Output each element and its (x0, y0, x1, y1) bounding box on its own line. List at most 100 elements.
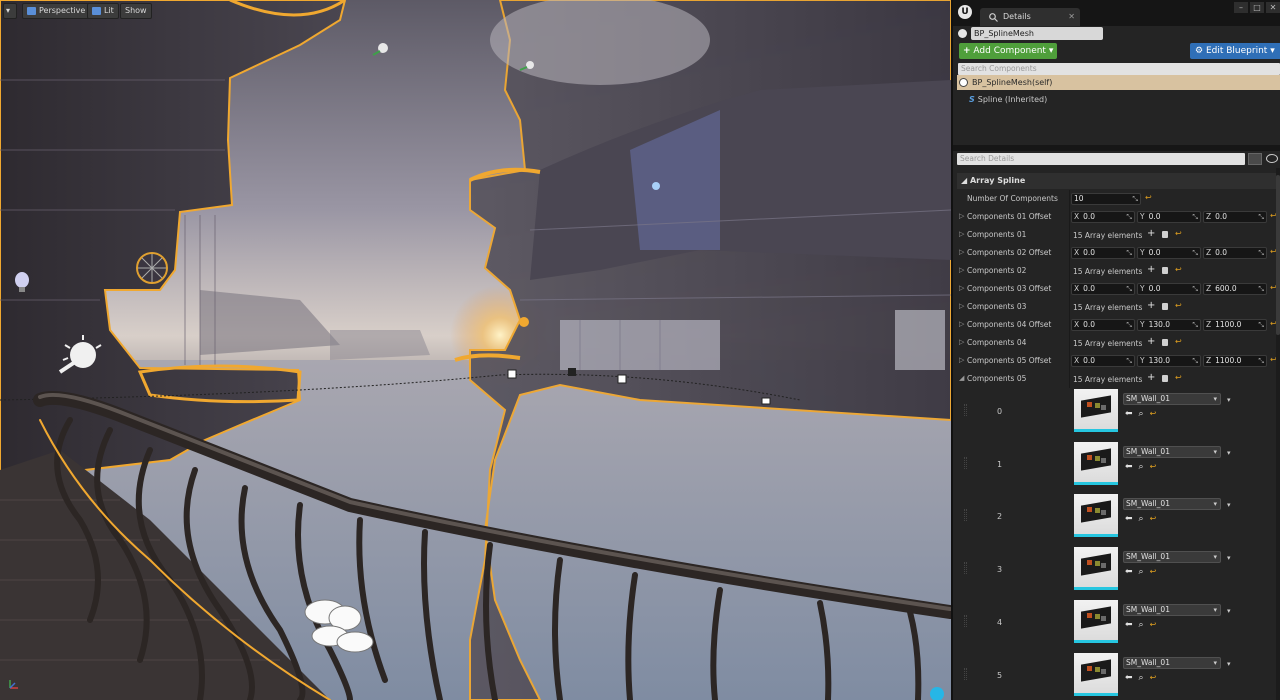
expand-arrow-icon[interactable]: ▷ (959, 284, 964, 292)
reset-arrow-icon[interactable]: ↩ (1175, 373, 1182, 382)
scene-render[interactable] (0, 0, 951, 700)
expand-arrow-icon[interactable]: ▷ (959, 266, 964, 274)
mesh-thumbnail[interactable] (1074, 599, 1118, 643)
reset-arrow-icon[interactable]: ↩ (1145, 193, 1152, 202)
reset-arrow-icon[interactable]: ↩ (1150, 409, 1157, 419)
close-icon[interactable]: ✕ (1266, 2, 1280, 13)
add-component-button[interactable]: + Add Component ▾ (959, 43, 1057, 59)
reset-arrow-icon[interactable]: ↩ (1150, 567, 1157, 577)
use-selected-arrow-icon[interactable]: ⬅ (1125, 673, 1133, 683)
trash-icon[interactable] (1162, 267, 1168, 274)
mesh-asset-picker[interactable]: SM_Wall_01 ▾ (1123, 656, 1221, 669)
use-selected-arrow-icon[interactable]: ⬅ (1125, 462, 1133, 472)
mesh-asset-picker[interactable]: SM_Wall_01 ▾ (1123, 445, 1221, 458)
reset-arrow-icon[interactable]: ↩ (1150, 673, 1157, 683)
lit-button[interactable]: Lit (87, 3, 119, 19)
trash-icon[interactable] (1162, 303, 1168, 310)
trash-icon[interactable] (1162, 339, 1168, 346)
offset-z-field[interactable]: Z 600.0 ⤡ (1203, 283, 1267, 295)
browse-search-icon[interactable]: ⌕ (1139, 620, 1144, 630)
expand-arrow-icon[interactable]: ▷ (959, 212, 964, 220)
reset-arrow-icon[interactable]: ↩ (1175, 229, 1182, 238)
element-options-icon[interactable]: ▾ (1227, 501, 1231, 509)
show-button[interactable]: Show (120, 3, 152, 19)
offset-y-field[interactable]: Y 130.0 ⤡ (1137, 319, 1201, 331)
drag-handle-icon[interactable] (964, 509, 967, 522)
mesh-thumbnail[interactable] (1074, 389, 1118, 432)
panel-divider[interactable] (953, 145, 1280, 151)
search-components-input[interactable]: Search Components (958, 63, 1280, 75)
mesh-asset-picker[interactable]: SM_Wall_01 ▾ (1123, 498, 1221, 511)
offset-z-field[interactable]: Z 0.0 ⤡ (1203, 247, 1267, 259)
perspective-button[interactable]: Perspective (22, 3, 91, 19)
drag-handle-icon[interactable] (964, 456, 967, 469)
element-options-icon[interactable]: ▾ (1227, 607, 1231, 615)
element-options-icon[interactable]: ▾ (1227, 554, 1231, 562)
element-options-icon[interactable]: ▾ (1227, 660, 1231, 668)
drag-handle-icon[interactable] (964, 614, 967, 627)
offset-x-field[interactable]: X 0.0 ⤡ (1071, 319, 1135, 331)
add-element-icon[interactable]: + (1147, 264, 1155, 275)
use-selected-arrow-icon[interactable]: ⬅ (1125, 567, 1133, 577)
use-selected-arrow-icon[interactable]: ⬅ (1125, 620, 1133, 630)
viewport-options-button[interactable]: ▾ (3, 3, 17, 19)
mesh-thumbnail[interactable] (1074, 547, 1118, 591)
browse-search-icon[interactable]: ⌕ (1139, 673, 1144, 683)
use-selected-arrow-icon[interactable]: ⬅ (1125, 514, 1133, 524)
expand-arrow-icon[interactable]: ◢ (959, 374, 964, 382)
offset-y-field[interactable]: Y 0.0 ⤡ (1137, 211, 1201, 223)
expand-arrow-icon[interactable]: ▷ (959, 302, 964, 310)
minimize-icon[interactable]: – (1234, 2, 1248, 13)
browse-search-icon[interactable]: ⌕ (1139, 514, 1144, 524)
tab-details[interactable]: Details ✕ (980, 8, 1080, 26)
reset-arrow-icon[interactable]: ↩ (1175, 337, 1182, 346)
reset-arrow-icon[interactable]: ↩ (1175, 265, 1182, 274)
trash-icon[interactable] (1162, 231, 1168, 238)
component-spline-row[interactable]: S Spline (Inherited) (969, 94, 1047, 106)
maximize-icon[interactable]: □ (1250, 2, 1264, 13)
offset-y-field[interactable]: Y 0.0 ⤡ (1137, 247, 1201, 259)
mesh-thumbnail[interactable] (1074, 441, 1118, 485)
object-name-field[interactable]: BP_SplineMesh (971, 27, 1103, 40)
trash-icon[interactable] (1162, 375, 1168, 382)
expand-arrow-icon[interactable]: ▷ (959, 248, 964, 256)
add-element-icon[interactable]: + (1147, 336, 1155, 347)
add-element-icon[interactable]: + (1147, 300, 1155, 311)
element-options-icon[interactable]: ▾ (1227, 396, 1231, 404)
mesh-thumbnail[interactable] (1074, 652, 1118, 696)
drag-handle-icon[interactable] (964, 404, 967, 416)
eye-icon[interactable] (1266, 154, 1278, 163)
offset-z-field[interactable]: Z 1100.0 ⤡ (1203, 319, 1267, 331)
offset-z-field[interactable]: Z 1100.0 ⤡ (1203, 355, 1267, 367)
number-of-components-field[interactable]: 10 ⤡ (1071, 193, 1141, 205)
mesh-asset-picker[interactable]: SM_Wall_01 ▾ (1123, 551, 1221, 564)
add-element-icon[interactable]: + (1147, 372, 1155, 383)
edit-blueprint-button[interactable]: ⚙ Edit Blueprint ▾ (1190, 43, 1280, 59)
drag-handle-icon[interactable] (964, 562, 967, 575)
add-element-icon[interactable]: + (1147, 228, 1155, 239)
mesh-thumbnail[interactable] (1074, 494, 1118, 538)
offset-z-field[interactable]: Z 0.0 ⤡ (1203, 211, 1267, 223)
element-options-icon[interactable]: ▾ (1227, 449, 1231, 457)
reset-arrow-icon[interactable]: ↩ (1150, 514, 1157, 524)
browse-search-icon[interactable]: ⌕ (1139, 462, 1144, 472)
browse-search-icon[interactable]: ⌕ (1139, 409, 1144, 419)
expand-arrow-icon[interactable]: ▷ (959, 356, 964, 364)
close-tab-icon[interactable]: ✕ (1068, 8, 1075, 26)
offset-x-field[interactable]: X 0.0 ⤡ (1071, 247, 1135, 259)
property-matrix-icon[interactable] (1248, 153, 1262, 165)
expand-arrow-icon[interactable]: ▷ (959, 338, 964, 346)
offset-x-field[interactable]: X 0.0 ⤡ (1071, 211, 1135, 223)
offset-x-field[interactable]: X 0.0 ⤡ (1071, 355, 1135, 367)
expand-arrow-icon[interactable]: ▷ (959, 230, 964, 238)
category-array-spline[interactable]: ◢ Array Spline (957, 173, 1280, 189)
search-details-input[interactable]: Search Details (957, 153, 1245, 165)
level-viewport[interactable]: ▾ Perspective Lit Show (0, 0, 951, 700)
reset-arrow-icon[interactable]: ↩ (1150, 620, 1157, 630)
drag-handle-icon[interactable] (964, 667, 967, 680)
mesh-asset-picker[interactable]: SM_Wall_01 ▾ (1123, 603, 1221, 616)
offset-y-field[interactable]: Y 130.0 ⤡ (1137, 355, 1201, 367)
reset-arrow-icon[interactable]: ↩ (1175, 301, 1182, 310)
use-selected-arrow-icon[interactable]: ⬅ (1125, 409, 1133, 419)
mesh-asset-picker[interactable]: SM_Wall_01 ▾ (1123, 393, 1221, 405)
